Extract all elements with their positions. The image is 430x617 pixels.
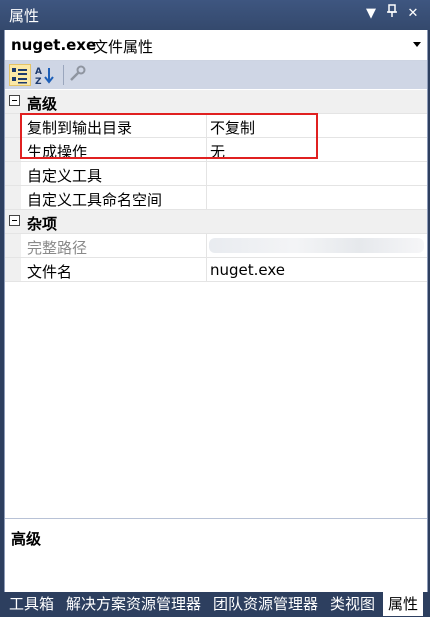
row-gutter xyxy=(5,258,21,281)
category-misc[interactable]: 杂项 xyxy=(5,210,427,234)
object-name: nuget.exe xyxy=(11,36,97,54)
object-type: 文件属性 xyxy=(93,38,154,56)
property-value[interactable]: nuget.exe xyxy=(210,261,285,279)
property-name: 完整路径 xyxy=(27,239,88,257)
property-value[interactable]: 无 xyxy=(210,141,225,162)
row-gutter xyxy=(5,138,21,161)
chevron-down-icon[interactable] xyxy=(413,42,421,47)
category-advanced[interactable]: 高级 xyxy=(5,90,427,114)
property-row-build-action[interactable]: 生成操作 无 xyxy=(5,138,427,162)
column-divider xyxy=(206,186,207,209)
category-label: 杂项 xyxy=(27,215,58,233)
close-button[interactable]: ✕ xyxy=(404,4,422,24)
column-divider xyxy=(206,162,207,185)
column-divider xyxy=(206,138,207,161)
row-gutter xyxy=(5,162,21,185)
description-title: 高级 xyxy=(11,530,42,548)
property-row-file-name[interactable]: 文件名 nuget.exe xyxy=(5,258,427,282)
pin-button[interactable] xyxy=(383,4,401,24)
property-row-custom-tool-namespace[interactable]: 自定义工具命名空间 xyxy=(5,186,427,210)
bottom-tab-strip: 工具箱 解决方案资源管理器 团队资源管理器 类视图 属性 xyxy=(0,592,430,617)
row-gutter xyxy=(5,186,21,209)
property-grid: 高级 复制到输出目录 不复制 生成操作 无 自定义工具 自定义工具命名空间 杂项… xyxy=(5,90,427,282)
window-menu-button[interactable]: ▼ xyxy=(362,4,380,24)
redacted-value xyxy=(209,238,424,253)
categorized-button[interactable] xyxy=(9,64,31,86)
row-gutter xyxy=(5,114,21,137)
row-gutter xyxy=(5,234,21,257)
pin-icon xyxy=(387,4,397,17)
toolbar-separator xyxy=(63,65,64,85)
svg-text:A: A xyxy=(35,67,42,77)
tab-class-view[interactable]: 类视图 xyxy=(325,592,380,616)
property-value[interactable]: 不复制 xyxy=(210,117,255,138)
description-pane: 高级 xyxy=(5,518,427,593)
tab-team-explorer[interactable]: 团队资源管理器 xyxy=(208,592,323,616)
column-divider xyxy=(206,114,207,137)
categorized-icon xyxy=(12,68,27,84)
column-divider xyxy=(206,234,207,257)
collapse-icon[interactable] xyxy=(9,95,20,106)
tab-toolbox[interactable]: 工具箱 xyxy=(4,592,59,616)
property-row-full-path[interactable]: 完整路径 xyxy=(5,234,427,258)
column-divider xyxy=(206,258,207,281)
alphabetical-icon: A Z xyxy=(35,67,54,87)
property-row-copy-to-output[interactable]: 复制到输出目录 不复制 xyxy=(5,114,427,138)
property-name: 自定义工具 xyxy=(27,167,103,185)
wrench-icon xyxy=(70,65,86,81)
property-name: 文件名 xyxy=(27,263,73,281)
tab-properties[interactable]: 属性 xyxy=(383,592,424,616)
property-name: 自定义工具命名空间 xyxy=(27,191,163,209)
properties-toolbar: A Z xyxy=(5,61,427,89)
collapse-icon[interactable] xyxy=(9,215,20,226)
alphabetical-button[interactable]: A Z xyxy=(34,64,56,87)
svg-text:Z: Z xyxy=(35,77,42,86)
title-bar: 属性 ▼ ✕ xyxy=(0,0,430,30)
properties-window: 属性 ▼ ✕ nuget.exe 文件属性 A Z 高级 复制到输出目录 不复制… xyxy=(0,0,430,617)
property-row-custom-tool[interactable]: 自定义工具 xyxy=(5,162,427,186)
tab-solution-explorer[interactable]: 解决方案资源管理器 xyxy=(61,592,206,616)
category-label: 高级 xyxy=(27,95,58,113)
property-name: 生成操作 xyxy=(27,143,88,161)
property-pages-button[interactable] xyxy=(67,64,89,86)
property-name: 复制到输出目录 xyxy=(27,119,133,137)
object-selector[interactable]: nuget.exe 文件属性 xyxy=(5,30,427,61)
properties-panel: nuget.exe 文件属性 A Z 高级 复制到输出目录 不复制 生成操作 无… xyxy=(4,30,428,593)
window-title: 属性 xyxy=(9,7,40,25)
